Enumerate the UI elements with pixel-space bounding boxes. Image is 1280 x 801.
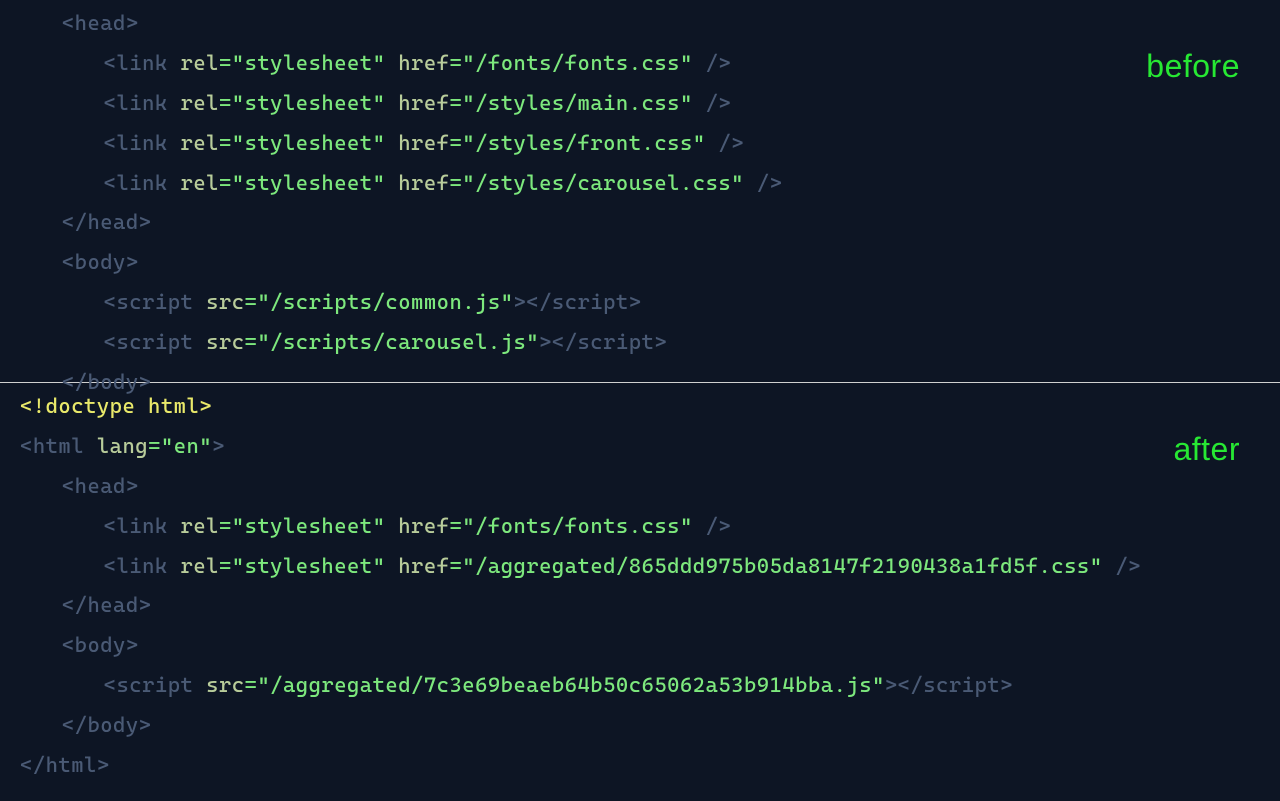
code-line: <html lang="en"> <box>20 427 1260 467</box>
code-line: <script src="/scripts/carousel.js"></scr… <box>20 323 1260 363</box>
after-label: after <box>1173 419 1240 480</box>
code-line: <head> <box>20 467 1260 507</box>
code-line: <body> <box>20 626 1260 666</box>
before-label: before <box>1146 36 1240 97</box>
code-line: <link rel="stylesheet" href="/styles/car… <box>20 164 1260 204</box>
code-line: <head> <box>20 4 1260 44</box>
code-line: </html> <box>20 746 1260 786</box>
code-line: <body> <box>20 243 1260 283</box>
code-line: </body> <box>20 706 1260 746</box>
code-line: <link rel="stylesheet" href="/styles/fro… <box>20 124 1260 164</box>
code-line: <script src="/scripts/common.js"></scrip… <box>20 283 1260 323</box>
code-line: <script src="/aggregated/7c3e69beaeb64b5… <box>20 666 1260 706</box>
code-line: </head> <box>20 586 1260 626</box>
code-line: <link rel="stylesheet" href="/fonts/font… <box>20 44 1260 84</box>
code-line: <link rel="stylesheet" href="/styles/mai… <box>20 84 1260 124</box>
code-line: <!doctype html> <box>20 387 1260 427</box>
before-panel: before <head> <link rel="stylesheet" hre… <box>0 0 1280 382</box>
code-line: </head> <box>20 203 1260 243</box>
after-panel: after <!doctype html> <html lang="en"> <… <box>0 383 1280 801</box>
code-line: <link rel="stylesheet" href="/aggregated… <box>20 547 1260 587</box>
code-line: <link rel="stylesheet" href="/fonts/font… <box>20 507 1260 547</box>
